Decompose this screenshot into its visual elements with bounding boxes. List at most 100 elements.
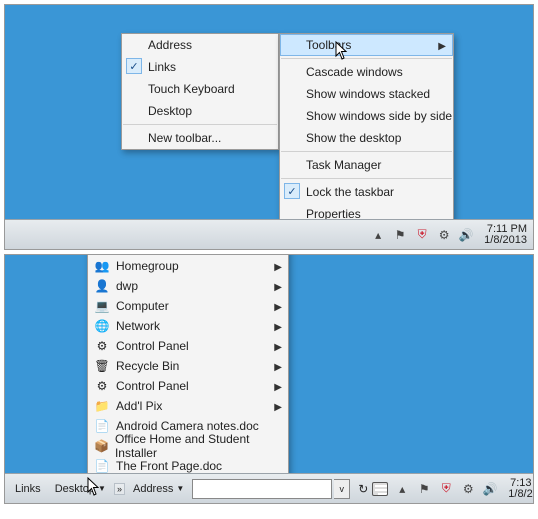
flyout-item[interactable]: 📦Office Home and Student Installer bbox=[88, 436, 288, 456]
item-icon: 📄 bbox=[94, 418, 110, 434]
submenu-arrow-icon: ▶ bbox=[274, 282, 282, 293]
item-icon: 📁 bbox=[94, 398, 110, 414]
system-tray: ▴ ⚑ ⛨ ⚙ 🔊 7:13 PM 1/8/2013 bbox=[372, 478, 534, 500]
submenu-arrow-icon: ▶ bbox=[274, 322, 282, 333]
flyout-item[interactable]: 👥 Homegroup ▶ bbox=[88, 256, 288, 276]
taskbar-clock[interactable]: 7:11 PM 1/8/2013 bbox=[480, 224, 527, 246]
toolbars-submenu[interactable]: Address ✓ Links Touch Keyboard Desktop N… bbox=[121, 33, 279, 150]
flyout-item[interactable]: 🌐 Network ▶ bbox=[88, 316, 288, 336]
flyout-item[interactable]: 💻 Computer ▶ bbox=[88, 296, 288, 316]
check-icon: ✓ bbox=[284, 183, 300, 199]
menu-separator bbox=[281, 151, 452, 152]
menu-label: Cascade windows bbox=[306, 65, 403, 79]
desktop-toolbar-flyout[interactable]: 📚Libraries▶👥Homegroup▶👤dwp▶💻Computer▶🌐Ne… bbox=[87, 254, 289, 479]
menu-item-show-desktop[interactable]: Show the desktop bbox=[280, 127, 453, 149]
flyout-item[interactable]: 👤 dwp ▶ bbox=[88, 276, 288, 296]
menu-label: Address bbox=[148, 38, 192, 52]
taskbar-clock[interactable]: 7:13 PM 1/8/2013 bbox=[504, 478, 534, 500]
item-icon: 👤 bbox=[94, 278, 110, 294]
flyout-item[interactable]: ⚙ Control Panel ▶ bbox=[88, 376, 288, 396]
shield-icon[interactable]: ⛨ bbox=[414, 227, 430, 243]
item-icon: 👥 bbox=[94, 258, 110, 274]
submenu-arrow-icon: ▶ bbox=[274, 362, 282, 373]
desktop-expand-button[interactable]: » bbox=[114, 483, 125, 495]
address-dropdown-button[interactable]: v bbox=[334, 479, 350, 499]
touch-keyboard-icon[interactable] bbox=[372, 481, 388, 497]
item-icon: ⚙ bbox=[94, 378, 110, 394]
submenu-item-new-toolbar[interactable]: New toolbar... bbox=[122, 127, 278, 149]
speaker-icon[interactable]: 🔊 bbox=[482, 481, 498, 497]
menu-label: Touch Keyboard bbox=[148, 82, 235, 96]
taskbar[interactable]: ▴ ⚑ ⛨ ⚙ 🔊 7:11 PM 1/8/2013 bbox=[5, 219, 533, 249]
item-label: The Front Page.doc bbox=[116, 459, 222, 473]
check-icon: ✓ bbox=[126, 58, 142, 74]
menu-label: Show the desktop bbox=[306, 131, 401, 145]
menu-item-lock-taskbar[interactable]: ✓ Lock the taskbar bbox=[280, 181, 453, 203]
item-label: Add'l Pix bbox=[116, 399, 162, 413]
action-center-icon[interactable]: ⚑ bbox=[392, 227, 408, 243]
menu-separator bbox=[281, 178, 452, 179]
network-icon[interactable]: ⚙ bbox=[460, 481, 476, 497]
item-label: dwp bbox=[116, 279, 138, 293]
item-label: Control Panel bbox=[116, 339, 189, 353]
item-icon: 📦 bbox=[94, 438, 109, 454]
clock-time: 7:13 PM bbox=[510, 478, 534, 489]
menu-item-stacked[interactable]: Show windows stacked bbox=[280, 83, 453, 105]
toolbar-address-label: Address ▼ bbox=[127, 478, 190, 500]
menu-label: Show windows side by side bbox=[306, 109, 452, 123]
item-label: Computer bbox=[116, 299, 169, 313]
menu-item-toolbars[interactable]: Toolbars ▶ bbox=[280, 34, 453, 56]
address-input[interactable] bbox=[192, 479, 332, 499]
toolbar-desktop[interactable]: Desktop ▼ bbox=[49, 478, 112, 500]
submenu-item-address[interactable]: Address bbox=[122, 34, 278, 56]
item-label: Android Camera notes.doc bbox=[116, 419, 259, 433]
toolbar-label: Links bbox=[15, 483, 41, 495]
submenu-item-desktop[interactable]: Desktop bbox=[122, 100, 278, 122]
system-tray: ▴ ⚑ ⛨ ⚙ 🔊 7:11 PM 1/8/2013 bbox=[370, 224, 533, 246]
menu-label: Task Manager bbox=[306, 158, 381, 172]
menu-label: Show windows stacked bbox=[306, 87, 430, 101]
submenu-arrow-icon: ▶ bbox=[274, 382, 282, 393]
item-icon: 🌐 bbox=[94, 318, 110, 334]
toolbar-label: Address bbox=[133, 483, 173, 495]
submenu-item-touch-keyboard[interactable]: Touch Keyboard bbox=[122, 78, 278, 100]
taskbar-context-menu[interactable]: Toolbars ▶ Cascade windows Show windows … bbox=[279, 33, 454, 226]
submenu-arrow-icon: ▶ bbox=[274, 302, 282, 313]
item-label: Network bbox=[116, 319, 160, 333]
chevron-down-icon: ▼ bbox=[98, 484, 106, 493]
item-icon: 📄 bbox=[94, 458, 110, 474]
shield-icon[interactable]: ⛨ bbox=[438, 481, 454, 497]
item-label: Control Panel bbox=[116, 379, 189, 393]
submenu-arrow-icon: ▶ bbox=[274, 262, 282, 273]
toolbar-links[interactable]: Links bbox=[9, 478, 47, 500]
flyout-item[interactable]: 📁 Add'l Pix ▶ bbox=[88, 396, 288, 416]
submenu-item-links[interactable]: ✓ Links bbox=[122, 56, 278, 78]
menu-item-cascade[interactable]: Cascade windows bbox=[280, 61, 453, 83]
item-label: Homegroup bbox=[116, 259, 179, 273]
address-refresh-button[interactable]: ↻ bbox=[354, 479, 372, 499]
network-icon[interactable]: ⚙ bbox=[436, 227, 452, 243]
flyout-item[interactable]: 🗑 Recycle Bin ▶ bbox=[88, 356, 288, 376]
tray-chevron-icon[interactable]: ▴ bbox=[394, 481, 410, 497]
item-icon: 💻 bbox=[94, 298, 110, 314]
toolbar-label: Desktop bbox=[55, 483, 95, 495]
taskbar[interactable]: Links Desktop ▼ » Address ▼ v ↻ ▴ ⚑ ⛨ ⚙ bbox=[5, 473, 533, 503]
menu-label: New toolbar... bbox=[148, 131, 221, 145]
submenu-arrow-icon: ▶ bbox=[274, 402, 282, 413]
screenshot-top: Address ✓ Links Touch Keyboard Desktop N… bbox=[4, 4, 534, 250]
item-icon: 🗑 bbox=[94, 358, 110, 374]
chevron-down-icon: ▼ bbox=[176, 484, 184, 493]
menu-item-side-by-side[interactable]: Show windows side by side bbox=[280, 105, 453, 127]
flyout-item[interactable]: ⚙Control Panel▶ bbox=[88, 336, 288, 356]
speaker-icon[interactable]: 🔊 bbox=[458, 227, 474, 243]
clock-time: 7:11 PM bbox=[487, 224, 527, 235]
menu-item-task-manager[interactable]: Task Manager bbox=[280, 154, 453, 176]
action-center-icon[interactable]: ⚑ bbox=[416, 481, 432, 497]
menu-label: Toolbars bbox=[306, 38, 351, 52]
tray-chevron-icon[interactable]: ▴ bbox=[370, 227, 386, 243]
item-label: Recycle Bin bbox=[116, 359, 179, 373]
screenshot-bottom: 📚Libraries▶👥Homegroup▶👤dwp▶💻Computer▶🌐Ne… bbox=[4, 254, 534, 504]
submenu-arrow-icon: ▶ bbox=[438, 41, 446, 52]
clock-date: 1/8/2013 bbox=[484, 235, 527, 246]
clock-date: 1/8/2013 bbox=[508, 489, 534, 500]
